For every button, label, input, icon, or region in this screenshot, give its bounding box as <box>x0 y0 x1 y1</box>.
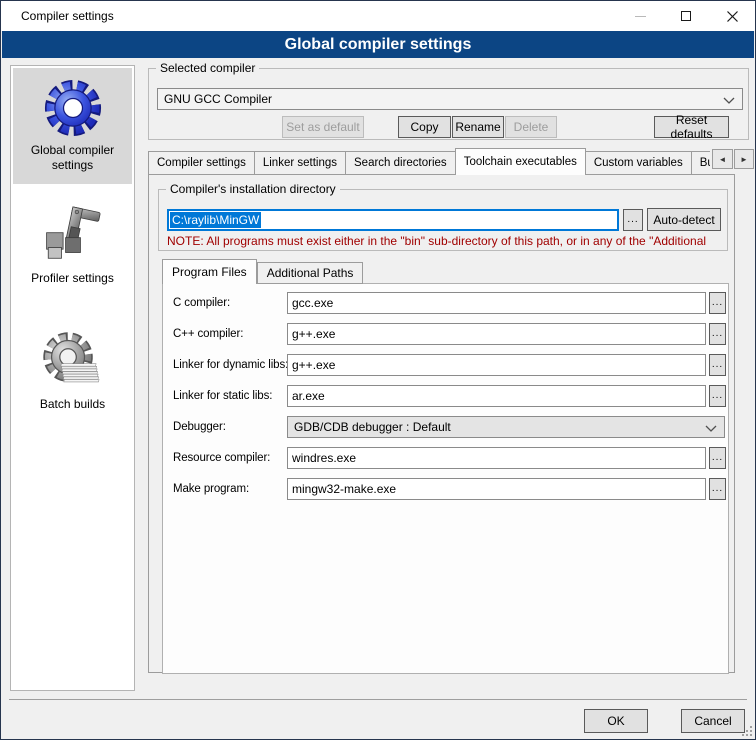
c-compiler-label: C compiler: <box>173 297 287 309</box>
tab-custom-variables[interactable]: Custom variables <box>586 151 691 175</box>
resource-compiler-browse-button[interactable]: ... <box>709 447 726 469</box>
ok-button[interactable]: OK <box>584 709 648 733</box>
sidebar-item-label: Profiler settings <box>27 269 118 290</box>
static-linker-label: Linker for static libs: <box>173 390 287 402</box>
field-row-dynamic-linker: Linker for dynamic libs: ... <box>163 354 728 376</box>
dynamic-linker-label: Linker for dynamic libs: <box>173 359 287 371</box>
auto-detect-button[interactable]: Auto-detect <box>647 208 721 231</box>
installation-directory-group-label: Compiler's installation directory <box>166 182 340 196</box>
installation-directory-group: Compiler's installation directory C:\ray… <box>158 189 728 251</box>
field-row-make-program: Make program: ... <box>163 478 728 500</box>
tab-additional-paths[interactable]: Additional Paths <box>257 262 364 284</box>
page-title: Global compiler settings <box>2 31 754 58</box>
selected-compiler-group: Selected compiler GNU GCC Compiler Set a… <box>148 68 749 140</box>
rename-button[interactable]: Rename <box>452 116 504 138</box>
selected-compiler-group-label: Selected compiler <box>156 61 259 75</box>
resize-grip[interactable] <box>741 725 753 737</box>
copy-button[interactable]: Copy <box>398 116 451 138</box>
field-row-static-linker: Linker for static libs: ... <box>163 385 728 407</box>
program-files-panel: C compiler: ... C++ compiler: ... Linker… <box>162 283 729 674</box>
arrow-right-icon: ► <box>740 155 748 164</box>
dynamic-linker-input[interactable] <box>287 354 706 376</box>
settings-category-list: Global compiler settings <box>10 65 135 691</box>
maximize-icon <box>681 11 691 21</box>
static-linker-browse-button[interactable]: ... <box>709 385 726 407</box>
chevron-down-icon <box>705 425 717 432</box>
installation-directory-browse-button[interactable]: ... <box>623 209 643 231</box>
tab-compiler-settings[interactable]: Compiler settings <box>148 151 254 175</box>
sidebar-item-profiler-settings[interactable]: Profiler settings <box>13 190 132 302</box>
field-row-resource-compiler: Resource compiler: ... <box>163 447 728 469</box>
gray-gear-stack-icon <box>40 329 106 395</box>
tab-toolchain-executables[interactable]: Toolchain executables <box>455 148 586 175</box>
tab-build-options[interactable]: Build options <box>691 151 710 175</box>
minimize-button[interactable] <box>617 1 663 31</box>
delete-button[interactable]: Delete <box>505 116 557 138</box>
dialog-body: Global compiler settings <box>1 58 755 739</box>
field-row-cpp-compiler: C++ compiler: ... <box>163 323 728 345</box>
debugger-label: Debugger: <box>173 421 287 433</box>
sidebar-item-global-compiler-settings[interactable]: Global compiler settings <box>13 68 132 184</box>
reset-defaults-button[interactable]: Reset defaults <box>654 116 729 138</box>
sidebar-item-label: Global compiler settings <box>13 141 132 177</box>
close-button[interactable] <box>709 1 755 31</box>
c-compiler-input[interactable] <box>287 292 706 314</box>
cpp-compiler-input[interactable] <box>287 323 706 345</box>
footer-divider <box>9 699 747 700</box>
dynamic-linker-browse-button[interactable]: ... <box>709 354 726 376</box>
program-files-tab-bar: Program Files Additional Paths <box>162 259 363 284</box>
cancel-button[interactable]: Cancel <box>681 709 745 733</box>
cpp-compiler-browse-button[interactable]: ... <box>709 323 726 345</box>
make-program-label: Make program: <box>173 483 287 495</box>
make-program-input[interactable] <box>287 478 706 500</box>
blue-gear-icon <box>40 75 106 141</box>
tab-search-directories[interactable]: Search directories <box>345 151 455 175</box>
settings-tab-bar: Compiler settings Linker settings Search… <box>148 148 710 175</box>
field-row-c-compiler: C compiler: ... <box>163 292 728 314</box>
compiler-select[interactable]: GNU GCC Compiler <box>157 88 743 110</box>
field-row-debugger: Debugger: GDB/CDB debugger : Default <box>163 416 728 438</box>
bin-subdirectory-note: NOTE: All programs must exist either in … <box>167 234 725 248</box>
arrow-left-icon: ◄ <box>719 155 727 164</box>
set-as-default-button[interactable]: Set as default <box>282 116 364 138</box>
compiler-select-value: GNU GCC Compiler <box>164 92 272 106</box>
installation-directory-input[interactable]: C:\raylib\MinGW <box>167 209 619 231</box>
close-icon <box>727 11 738 22</box>
resource-compiler-label: Resource compiler: <box>173 452 287 464</box>
make-program-browse-button[interactable]: ... <box>709 478 726 500</box>
maximize-button[interactable] <box>663 1 709 31</box>
chevron-down-icon <box>723 97 735 104</box>
sidebar-item-batch-builds[interactable]: Batch builds <box>13 316 132 428</box>
caliper-cubes-icon <box>40 203 106 269</box>
minimize-icon <box>635 16 646 17</box>
resource-compiler-input[interactable] <box>287 447 706 469</box>
cpp-compiler-label: C++ compiler: <box>173 328 287 340</box>
tab-scroll-left-button[interactable]: ◄ <box>712 149 733 169</box>
tab-scroll-right-button[interactable]: ► <box>734 149 754 169</box>
c-compiler-browse-button[interactable]: ... <box>709 292 726 314</box>
debugger-select[interactable]: GDB/CDB debugger : Default <box>287 416 725 438</box>
compiler-settings-window: Compiler settings Global compiler settin… <box>0 0 756 740</box>
title-bar: Compiler settings <box>1 1 755 31</box>
sidebar-item-label: Batch builds <box>36 395 109 416</box>
installation-directory-value: C:\raylib\MinGW <box>170 212 261 228</box>
window-title: Compiler settings <box>21 9 114 23</box>
toolchain-executables-page: Compiler's installation directory C:\ray… <box>148 174 735 673</box>
tab-linker-settings[interactable]: Linker settings <box>254 151 345 175</box>
debugger-select-value: GDB/CDB debugger : Default <box>294 420 451 434</box>
window-controls <box>617 1 755 31</box>
static-linker-input[interactable] <box>287 385 706 407</box>
tab-program-files[interactable]: Program Files <box>162 259 257 284</box>
